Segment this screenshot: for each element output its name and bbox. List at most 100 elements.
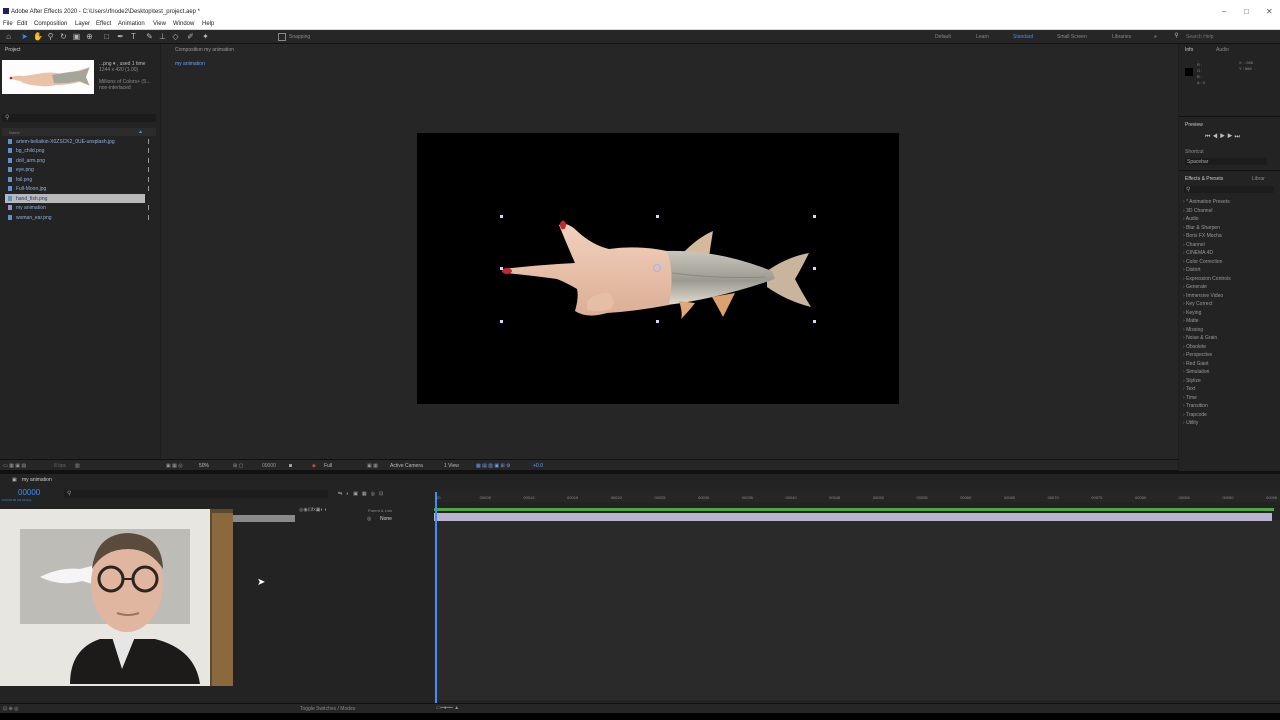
home-icon[interactable]: ⌂ [4, 32, 13, 41]
project-item-composition[interactable]: my animation [5, 203, 155, 212]
effects-category[interactable]: › Time [1183, 395, 1197, 401]
views-dropdown[interactable]: 1 View [444, 463, 459, 469]
rotate-tool-icon[interactable]: ↻ [59, 32, 68, 41]
composition-tab[interactable]: Composition my animation [175, 47, 234, 53]
menu-animation[interactable]: Animation [118, 21, 145, 27]
transform-handle[interactable] [500, 215, 503, 218]
parent-dropdown[interactable]: None [380, 516, 392, 522]
effects-category[interactable]: › Noise & Grain [1183, 335, 1217, 341]
workspace-default[interactable]: Default [935, 34, 951, 40]
selection-tool-icon[interactable]: ➤ [20, 32, 29, 41]
project-panel-title[interactable]: Project [5, 47, 21, 53]
project-item[interactable]: foil.png [5, 175, 155, 184]
project-item[interactable]: artem-beliaikin-X0ZSCK2_0UE-unsplash.jpg [5, 137, 155, 146]
project-item[interactable]: doll_arm.png [5, 156, 155, 165]
project-item[interactable]: bg_child.png [5, 146, 155, 155]
effects-category[interactable]: › Perspective [1183, 352, 1212, 358]
transform-handle[interactable] [813, 320, 816, 323]
exposure-value[interactable]: +0.0 [533, 463, 543, 469]
anchor-point-icon[interactable] [653, 264, 661, 272]
pan-behind-tool-icon[interactable]: ⊕ [85, 32, 94, 41]
layer-row[interactable] [233, 515, 295, 522]
playback-controls[interactable]: ⏮◀▶▶⏭ [1205, 134, 1242, 141]
zoom-dropdown[interactable]: 50% [199, 463, 209, 469]
info-tab[interactable]: Info [1185, 47, 1193, 53]
preview-title[interactable]: Preview [1185, 122, 1203, 128]
effects-category[interactable]: › * Animation Presets [1183, 199, 1230, 205]
project-search-input[interactable]: ⚲ [2, 114, 156, 122]
project-item[interactable]: Full-Moon.jpg [5, 184, 155, 193]
camera-tool-icon[interactable]: ▣ [72, 32, 81, 41]
project-footer-icons[interactable]: ▭ ▦ ▣ ▤ [3, 463, 26, 469]
search-help-input[interactable]: Search Help [1186, 34, 1214, 40]
timeline-tab[interactable]: my animation [22, 477, 52, 483]
menu-composition[interactable]: Composition [34, 21, 67, 27]
effects-search-input[interactable]: ⚲ [1184, 186, 1274, 193]
composition-canvas[interactable] [417, 133, 899, 404]
effects-category[interactable]: › Trapcode [1183, 412, 1207, 418]
toggle-switches-modes[interactable]: Toggle Switches / Modes [300, 706, 355, 712]
work-area-bar[interactable] [434, 508, 1274, 511]
trash-icon[interactable]: ▥ [75, 463, 80, 469]
effects-category[interactable]: › Distort [1183, 267, 1201, 273]
layer-duration-bar[interactable] [434, 513, 1272, 521]
status-icons[interactable]: ⊡ ⊕ ◎ [3, 706, 19, 712]
composition-breadcrumb[interactable]: my animation [175, 61, 205, 67]
zoom-tool-icon[interactable]: ⚲ [46, 32, 55, 41]
libraries-tab[interactable]: Librar [1252, 176, 1265, 182]
menu-help[interactable]: Help [202, 21, 214, 27]
project-item-selected[interactable]: hand_fish.png [5, 194, 145, 203]
transform-handle[interactable] [500, 320, 503, 323]
snapshot-icon[interactable]: ◙ [289, 463, 292, 469]
menu-view[interactable]: View [153, 21, 166, 27]
workspace-small-screen[interactable]: Small Screen [1057, 34, 1087, 40]
effects-category[interactable]: › CINEMA 4D [1183, 250, 1213, 256]
effects-category[interactable]: › Red Giant [1183, 361, 1209, 367]
zoom-slider[interactable]: ▭━●━━ ▲ [436, 705, 459, 711]
workspace-overflow-icon[interactable]: » [1154, 34, 1157, 40]
grid-icon[interactable]: ⊞ ▢ [233, 463, 243, 469]
hand-tool-icon[interactable]: ✋ [33, 32, 43, 41]
effects-category[interactable]: › Generate [1183, 284, 1207, 290]
camera-dropdown[interactable]: Active Camera [390, 463, 423, 469]
snapping-checkbox[interactable] [278, 33, 286, 41]
menu-effect[interactable]: Effect [96, 21, 111, 27]
brush-tool-icon[interactable]: ✎ [145, 32, 154, 41]
effects-category[interactable]: › Immersive Video [1183, 293, 1223, 299]
transform-handle[interactable] [656, 320, 659, 323]
effects-category[interactable]: › Audio [1183, 216, 1199, 222]
workspace-standard[interactable]: Standard [1013, 34, 1033, 40]
menu-layer[interactable]: Layer [75, 21, 90, 27]
transform-handle[interactable] [656, 215, 659, 218]
transform-handle[interactable] [813, 215, 816, 218]
effects-category[interactable]: › 3D Channel [1183, 208, 1212, 214]
timeline-tracks[interactable] [434, 520, 1280, 700]
close-button[interactable]: ✕ [1266, 8, 1273, 16]
audio-tab[interactable]: Audio [1216, 47, 1229, 53]
effects-category[interactable]: › Simulation [1183, 369, 1209, 375]
effects-category[interactable]: › Channel [1183, 242, 1205, 248]
sort-icon[interactable]: ▲ [138, 129, 143, 135]
transform-handle[interactable] [500, 267, 503, 270]
current-time-indicator[interactable] [435, 492, 437, 707]
menu-edit[interactable]: Edit [17, 21, 27, 27]
transform-handle[interactable] [813, 267, 816, 270]
viewer-extra-icons[interactable]: ▦ ▤ ▥ ▣ ⊞ ⚙ [476, 463, 511, 469]
parent-pickwhip-icon[interactable]: ◎ [367, 516, 371, 522]
effects-category[interactable]: › Key Correct [1183, 301, 1212, 307]
effects-category[interactable]: › Keying [1183, 310, 1201, 316]
effects-category[interactable]: › Color Correction [1183, 259, 1222, 265]
effects-category[interactable]: › Matte [1183, 318, 1199, 324]
minimize-button[interactable]: – [1222, 8, 1226, 16]
effects-category[interactable]: › Blur & Sharpen [1183, 225, 1220, 231]
column-name-label[interactable]: Name [9, 130, 20, 135]
effects-category[interactable]: › Text [1183, 386, 1195, 392]
effects-presets-tab[interactable]: Effects & Presets [1185, 176, 1223, 182]
timeline-timecode[interactable]: 00000 [18, 488, 40, 497]
region-of-interest-icon[interactable]: ▣ ▦ [367, 463, 378, 469]
shortcut-dropdown[interactable]: Spacebar [1185, 158, 1267, 165]
project-item[interactable]: eye.png [5, 165, 155, 174]
menu-window[interactable]: Window [173, 21, 194, 27]
workspace-libraries[interactable]: Libraries [1112, 34, 1131, 40]
effects-category[interactable]: › Transition [1183, 403, 1208, 409]
